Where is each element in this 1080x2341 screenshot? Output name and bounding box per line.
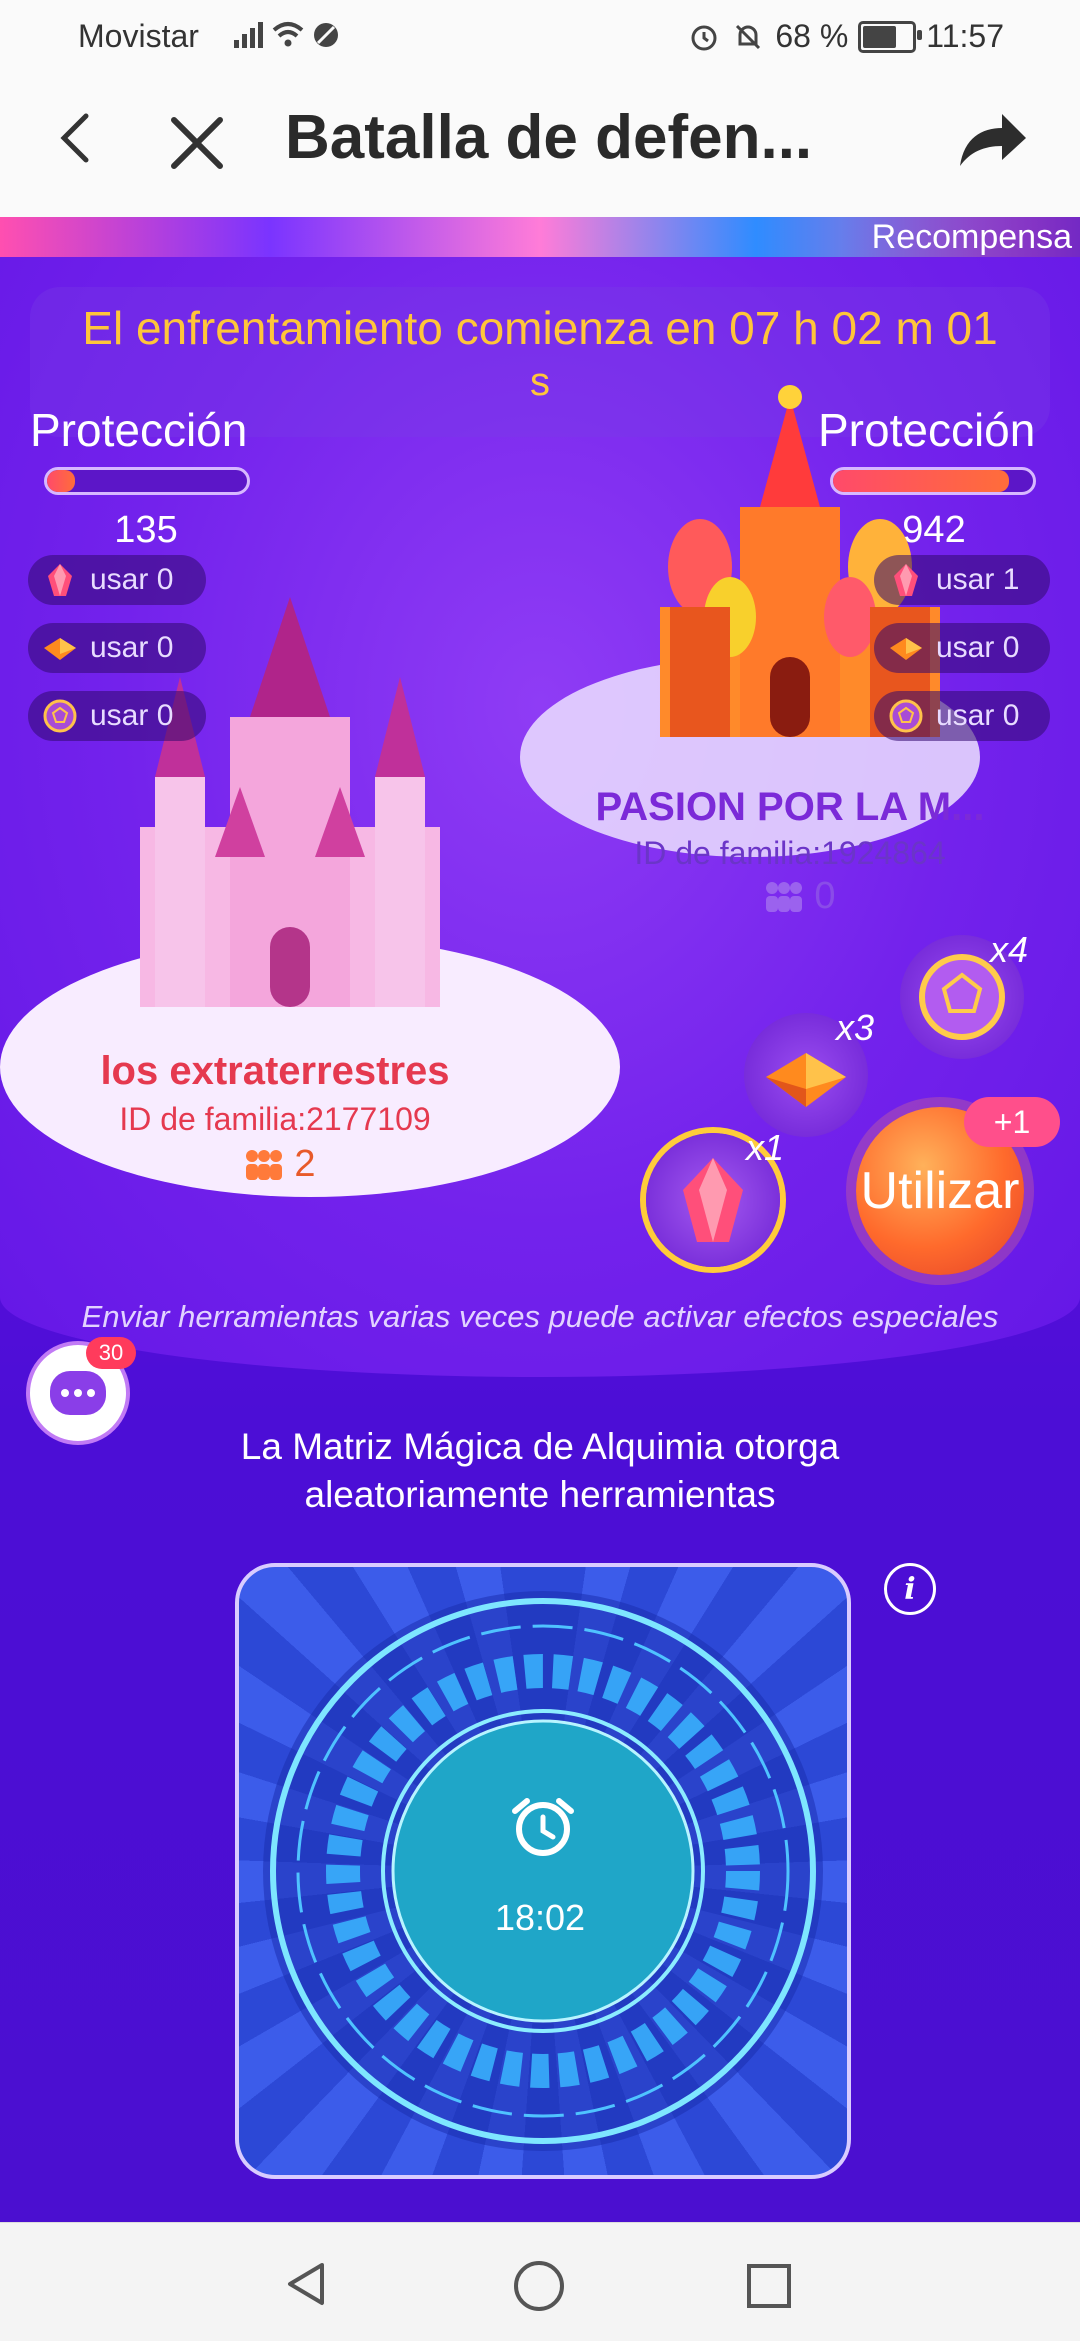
mute-bell-icon	[736, 24, 761, 49]
clock: 11:57	[926, 18, 1004, 54]
battery-percent: 68 %	[775, 18, 849, 54]
system-nav-bar	[0, 2222, 1080, 2341]
left-team-members-count: 2	[294, 1143, 316, 1185]
countdown-line1: El enfrentamiento comienza en 07 h 02 m …	[82, 302, 998, 354]
left-score: 135	[114, 509, 178, 551]
crystal-icon	[886, 560, 926, 600]
book-icon	[40, 628, 80, 668]
nav-home-icon[interactable]	[512, 2259, 566, 2313]
right-item-crystal: usar 1	[874, 555, 1050, 605]
back-icon[interactable]	[46, 108, 106, 168]
left-protection-bar	[44, 467, 250, 495]
right-item-shield: usar 0	[874, 691, 1050, 741]
hint-text: Enviar herramientas varias veces puede a…	[81, 1299, 999, 1334]
crystal-icon	[40, 560, 80, 600]
battery-icon	[858, 20, 923, 53]
matrix-title-line2: aleatoriamente herramientas	[304, 1474, 776, 1515]
members-icon	[766, 881, 803, 912]
right-team-id: ID de familia:1924864	[634, 835, 946, 871]
game-area: Recompensa El enfrentamiento comienza en…	[0, 217, 1080, 2222]
left-item-shield-label: usar 0	[90, 699, 174, 732]
info-icon[interactable]: i	[884, 1563, 936, 1615]
alarm-icon	[691, 25, 717, 50]
tool-shield-count: x4	[990, 929, 1029, 970]
right-team-name[interactable]: PASION POR LA M...	[560, 785, 1020, 830]
matrix-title-line1: La Matriz Mágica de Alquimia otorga	[240, 1426, 840, 1467]
signal-icons	[232, 18, 352, 60]
right-team-members: 0	[740, 875, 860, 918]
status-right: 68 % 11:57	[687, 18, 1004, 55]
shield-ball-icon	[886, 696, 926, 736]
reward-link[interactable]: Recompensa	[841, 217, 1080, 257]
matrix-circle-graphic	[263, 1591, 823, 2151]
left-team-name[interactable]: los extraterrestres	[40, 1049, 510, 1094]
book-icon	[886, 628, 926, 668]
right-item-crystal-label: usar 1	[936, 563, 1020, 596]
matrix-title: La Matriz Mágica de Alquimia otorga alea…	[0, 1423, 1080, 1519]
left-team-members: 2	[220, 1143, 340, 1186]
right-item-book: usar 0	[874, 623, 1050, 673]
tool-crystal-count: x1	[746, 1127, 785, 1168]
title-bar: Batalla de defen...	[0, 72, 1080, 218]
page-title: Batalla de defen...	[285, 103, 813, 172]
nav-back-icon[interactable]	[282, 2259, 332, 2309]
magic-matrix[interactable]	[235, 1563, 851, 2179]
left-item-book-label: usar 0	[90, 631, 174, 664]
left-protection-label: Protección	[30, 404, 248, 456]
shield-ball-icon	[40, 696, 80, 736]
left-item-crystal-label: usar 0	[90, 563, 174, 596]
status-bar: Movistar 68 % 11:57	[0, 0, 1080, 72]
matrix-timer: 18:02	[494, 1897, 586, 1938]
left-team-id: ID de familia:2177109	[119, 1101, 431, 1137]
use-badge: +1	[964, 1097, 1060, 1147]
left-item-shield: usar 0	[28, 691, 206, 741]
right-team-members-count: 0	[814, 875, 836, 917]
left-item-book: usar 0	[28, 623, 206, 673]
members-icon	[246, 1149, 283, 1180]
chat-badge: 30	[86, 1337, 136, 1369]
nav-recents-icon[interactable]	[744, 2261, 794, 2311]
left-item-crystal: usar 0	[28, 555, 206, 605]
right-item-book-label: usar 0	[936, 631, 1020, 664]
close-icon[interactable]	[162, 108, 232, 178]
tool-book-count: x3	[836, 1007, 875, 1048]
carrier-label: Movistar	[78, 18, 199, 54]
chat-icon	[50, 1371, 106, 1415]
right-item-shield-label: usar 0	[936, 699, 1020, 732]
share-icon[interactable]	[952, 102, 1032, 182]
